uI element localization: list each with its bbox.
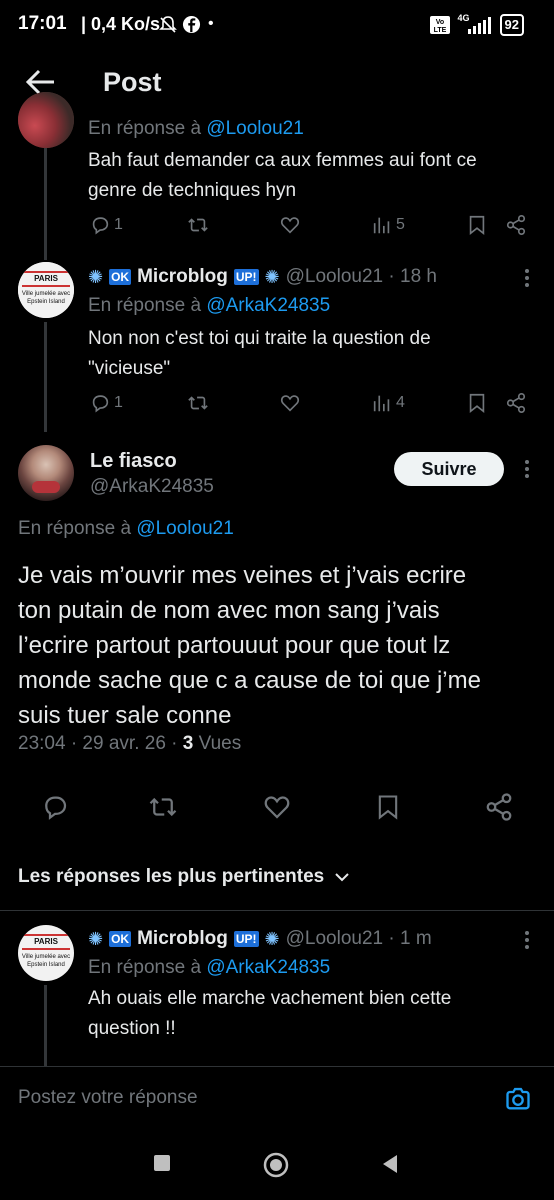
bookmark-icon[interactable] — [374, 792, 402, 822]
signal-icon: 4G — [458, 13, 492, 35]
bookmark-button[interactable] — [466, 392, 488, 414]
divider — [0, 910, 554, 911]
retweet-icon — [188, 396, 208, 410]
share-icon — [506, 215, 526, 235]
reply-icon[interactable] — [40, 792, 70, 822]
more-icon[interactable] — [517, 459, 537, 479]
share-icon — [506, 393, 526, 413]
battery-indicator: 92 — [499, 14, 524, 36]
facebook-icon — [182, 15, 201, 34]
more-icon[interactable] — [517, 930, 537, 950]
svg-text:LTE: LTE — [433, 27, 446, 34]
header: Post — [0, 55, 554, 113]
like-button[interactable] — [279, 214, 301, 236]
avatar[interactable]: PARIS Ville jumelée avec Epstein Island — [18, 262, 74, 318]
bookmark-button[interactable] — [466, 214, 488, 236]
share-button[interactable] — [505, 214, 527, 236]
thread-line — [44, 985, 47, 1066]
bookmark-icon — [469, 215, 485, 235]
reply-to-handle[interactable]: @Loolou21 — [136, 518, 233, 539]
tweet-actions: 1 4 — [0, 392, 554, 422]
tweet-text: Ah ouais elle marche vachement bien cett… — [88, 988, 452, 1039]
views-count[interactable]: 3 — [183, 733, 194, 754]
status-bar: 17:01 | 0,4 Ko/s • Vo LTE 4G 92 — [0, 0, 554, 52]
ok-badge: OK — [109, 931, 132, 947]
views-button[interactable]: 5 — [371, 214, 405, 236]
sort-label: Les réponses les plus pertinentes — [18, 866, 325, 887]
camera-icon[interactable] — [504, 1085, 532, 1113]
share-icon[interactable] — [484, 792, 514, 822]
sparkle-icon: ✺ — [264, 266, 280, 287]
sparkle-icon: ✺ — [264, 928, 280, 949]
up-badge: UP! — [233, 931, 259, 947]
reply-to-handle[interactable]: @ArkaK24835 — [206, 957, 330, 978]
like-button[interactable] — [279, 392, 301, 414]
author-name[interactable]: Microblog — [137, 928, 228, 950]
back-nav-icon[interactable] — [381, 1154, 399, 1174]
author-handle[interactable]: @Loolou21 · 1 m — [286, 928, 432, 950]
reply-to-line: En réponse à @Loolou21 — [88, 118, 304, 139]
tweet-text: Non non c'est toi qui traite la question… — [88, 328, 431, 379]
system-navigation-bar — [0, 1132, 554, 1200]
retweet-icon[interactable] — [147, 792, 179, 822]
post-actions — [0, 792, 554, 832]
reply-button[interactable]: 1 — [89, 214, 123, 236]
post-meta: 23:04 · 29 avr. 26 · 3 Vues — [18, 733, 242, 754]
reply-to-handle[interactable]: @ArkaK24835 — [206, 295, 330, 316]
author-name[interactable]: Microblog — [137, 266, 228, 288]
reply-to-handle[interactable]: @Loolou21 — [206, 118, 303, 139]
status-time: 17:01 — [18, 13, 67, 34]
retweet-button[interactable] — [186, 392, 210, 414]
views-icon — [373, 217, 390, 234]
reply-input[interactable]: Postez votre réponse — [18, 1087, 198, 1109]
author-row: ✺ OK Microblog UP! ✺ @Loolou21 · 18 h — [88, 266, 437, 288]
like-icon — [280, 217, 300, 234]
sort-replies-dropdown[interactable]: Les réponses les plus pertinentes — [18, 866, 350, 888]
like-icon — [280, 395, 300, 412]
home-icon[interactable] — [263, 1152, 289, 1178]
reply-composer: Postez votre réponse — [0, 1066, 554, 1133]
bookmark-icon — [469, 393, 485, 413]
like-icon[interactable] — [262, 792, 292, 822]
views-button[interactable]: 4 — [371, 392, 405, 414]
dot-icon: • — [208, 15, 214, 32]
retweet-icon — [188, 218, 208, 232]
status-net: | 0,4 Ko/s — [81, 14, 161, 34]
sparkle-icon: ✺ — [88, 266, 104, 287]
retweet-button[interactable] — [186, 214, 210, 236]
more-icon[interactable] — [517, 268, 537, 288]
chevron-down-icon — [335, 873, 349, 882]
views-icon — [373, 395, 390, 412]
ok-badge: OK — [109, 269, 132, 285]
reply-to-line: En réponse à @ArkaK24835 — [88, 957, 331, 978]
share-button[interactable] — [505, 392, 527, 414]
follow-button[interactable]: Suivre — [394, 452, 504, 486]
reply-to-line: En réponse à @Loolou21 — [18, 518, 234, 539]
avatar[interactable] — [18, 445, 74, 501]
post-text: Je vais m’ouvrir mes veines et j’vais ec… — [18, 562, 481, 729]
author-handle[interactable]: @Loolou21 · 18 h — [286, 266, 437, 288]
page-title: Post — [103, 67, 162, 97]
avatar[interactable] — [18, 92, 74, 148]
recents-icon[interactable] — [153, 1154, 171, 1172]
notifications-muted-icon — [159, 16, 177, 33]
author-name[interactable]: Le fiasco — [90, 450, 177, 473]
reply-to-line: En réponse à @ArkaK24835 — [88, 295, 331, 316]
author-handle[interactable]: @ArkaK24835 — [90, 476, 214, 498]
tweet-text: Bah faut demander ca aux femmes aui font… — [88, 150, 477, 201]
sparkle-icon: ✺ — [88, 928, 104, 949]
reply-button[interactable]: 1 — [89, 392, 123, 414]
volte-icon: Vo LTE — [429, 16, 450, 34]
reply-icon — [92, 395, 109, 413]
tweet-actions: 1 5 — [0, 214, 554, 244]
avatar[interactable]: PARIS Ville jumelée avec Epstein Island — [18, 925, 74, 981]
reply-icon — [92, 217, 109, 235]
svg-text:Vo: Vo — [435, 19, 443, 26]
up-badge: UP! — [233, 269, 259, 285]
author-row: ✺ OK Microblog UP! ✺ @Loolou21 · 1 m — [88, 928, 432, 950]
